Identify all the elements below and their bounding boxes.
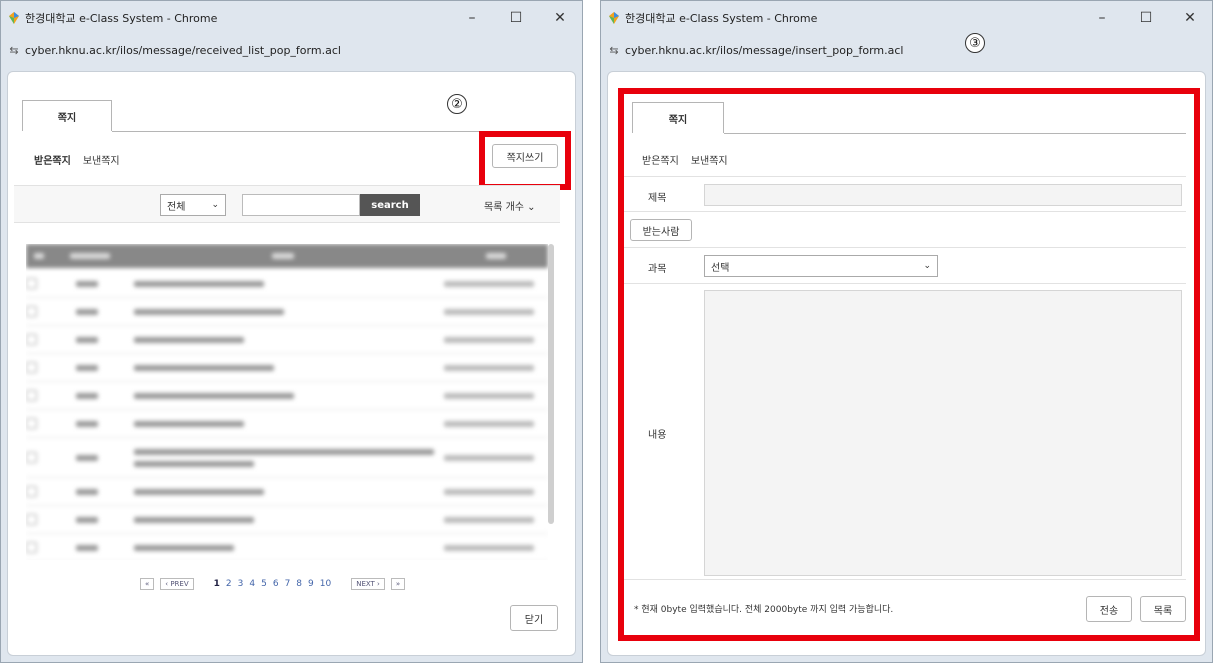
address-bar[interactable]: ⇆ cyber.hknu.ac.kr/ilos/message/insert_p… <box>601 35 1212 65</box>
search-bar: 전체 ⌄ search 목록 개수 ⌄ <box>14 185 560 223</box>
annotation-step-2: ② <box>447 94 467 114</box>
url-text: cyber.hknu.ac.kr/ilos/message/received_l… <box>25 43 341 57</box>
maximize-button[interactable]: ☐ <box>1124 1 1168 35</box>
address-bar[interactable]: ⇆ cyber.hknu.ac.kr/ilos/message/received… <box>1 35 582 65</box>
minimize-button[interactable]: – <box>1080 1 1124 35</box>
byte-count-note: * 현재 0byte 입력했습니다. 전체 2000byte 까지 입력 가능합… <box>634 605 894 615</box>
window-controls: – ☐ ✕ <box>450 1 582 35</box>
favicon-icon <box>7 11 21 25</box>
list-button[interactable]: 목록 <box>1140 596 1186 622</box>
prev-page-button[interactable]: ‹ PREV <box>160 578 194 590</box>
favicon-icon <box>607 11 621 25</box>
subject-input[interactable] <box>704 184 1182 206</box>
message-table <box>26 244 548 560</box>
page-7[interactable]: 7 <box>285 579 291 589</box>
message-subnav: 받은쪽지 보낸쪽지 <box>642 152 728 167</box>
page-6[interactable]: 6 <box>273 579 279 589</box>
close-window-button[interactable]: ✕ <box>538 1 582 35</box>
table-row[interactable] <box>26 354 548 382</box>
window-gap <box>583 0 600 663</box>
popup-content: 쪽지 받은쪽지 보낸쪽지 ② 쪽지쓰기 전체 ⌄ search 목록 개수 ⌄ <box>7 71 576 656</box>
tab-message[interactable]: 쪽지 <box>632 102 724 133</box>
url-text: cyber.hknu.ac.kr/ilos/message/insert_pop… <box>625 43 904 57</box>
subject-row: 제목 <box>624 176 1186 212</box>
course-row: 과목 선택 ⌄ <box>624 248 1186 284</box>
recipient-button[interactable]: 받는사람 <box>630 219 692 241</box>
table-row[interactable] <box>26 326 548 354</box>
table-row[interactable] <box>26 410 548 438</box>
content-row: 내용 <box>624 284 1186 580</box>
tab-underline <box>724 133 1186 134</box>
list-count-label: 목록 개수 <box>484 202 524 213</box>
close-button[interactable]: 닫기 <box>510 605 558 631</box>
table-header <box>26 244 548 268</box>
subject-label: 제목 <box>648 193 667 204</box>
write-message-button[interactable]: 쪽지쓰기 <box>492 144 558 168</box>
course-select-value: 선택 <box>711 262 730 274</box>
last-page-button[interactable]: » <box>390 578 406 590</box>
site-settings-icon[interactable]: ⇆ <box>603 44 625 57</box>
table-row[interactable] <box>26 270 548 298</box>
annotation-step-3: ③ <box>965 33 985 53</box>
table-row[interactable] <box>26 506 548 534</box>
chevron-down-icon: ⌄ <box>923 261 931 271</box>
minimize-button[interactable]: – <box>450 1 494 35</box>
next-page-button[interactable]: NEXT › <box>351 578 385 590</box>
page-5[interactable]: 5 <box>261 579 267 589</box>
page-4[interactable]: 4 <box>249 579 255 589</box>
popup-content: 쪽지 받은쪽지 보낸쪽지 제목 받는사람 과목 선택 ⌄ 내용 * 현재 0by… <box>607 71 1206 656</box>
filter-select-value: 전체 <box>167 201 186 213</box>
chevron-down-icon: ⌄ <box>211 200 219 210</box>
chevron-down-icon: ⌄ <box>527 202 536 213</box>
content-textarea[interactable] <box>704 290 1182 576</box>
page-8[interactable]: 8 <box>296 579 302 589</box>
received-messages-link[interactable]: 받은쪽지 <box>642 152 679 167</box>
list-count-dropdown[interactable]: 목록 개수 ⌄ <box>484 198 536 213</box>
sent-messages-link[interactable]: 보낸쪽지 <box>83 152 120 167</box>
send-button[interactable]: 전송 <box>1086 596 1132 622</box>
recipient-row: 받는사람 <box>624 212 1186 248</box>
maximize-button[interactable]: ☐ <box>494 1 538 35</box>
table-row[interactable] <box>26 438 548 478</box>
content-label: 내용 <box>648 430 667 441</box>
course-select[interactable]: 선택 ⌄ <box>704 255 938 277</box>
page-1[interactable]: 1 <box>214 579 220 589</box>
first-page-button[interactable]: « <box>140 578 155 590</box>
window-controls: – ☐ ✕ <box>1080 1 1212 35</box>
filter-select[interactable]: 전체 ⌄ <box>160 194 226 216</box>
tab-message-label: 쪽지 <box>57 112 77 124</box>
table-row[interactable] <box>26 382 548 410</box>
window-title: 한경대학교 e-Class System - Chrome <box>625 12 818 25</box>
table-scrollbar[interactable] <box>548 244 554 524</box>
search-input[interactable] <box>242 194 360 216</box>
page-10[interactable]: 10 <box>320 579 331 589</box>
left-browser-window: 한경대학교 e-Class System - Chrome – ☐ ✕ ⇆ cy… <box>0 0 583 663</box>
table-row[interactable] <box>26 298 548 326</box>
page-9[interactable]: 9 <box>308 579 314 589</box>
table-row[interactable] <box>26 534 548 560</box>
course-label: 과목 <box>648 264 667 275</box>
close-window-button[interactable]: ✕ <box>1168 1 1212 35</box>
search-button[interactable]: search <box>360 194 420 216</box>
message-subnav: 받은쪽지 보낸쪽지 <box>34 152 120 167</box>
page-2[interactable]: 2 <box>226 579 232 589</box>
right-browser-window: 한경대학교 e-Class System - Chrome – ☐ ✕ ⇆ cy… <box>600 0 1213 663</box>
window-title: 한경대학교 e-Class System - Chrome <box>25 12 218 25</box>
received-messages-link[interactable]: 받은쪽지 <box>34 152 71 167</box>
pagination: « ‹ PREV 1 2 3 4 5 6 7 8 9 10 NEXT › » <box>140 578 406 590</box>
site-settings-icon[interactable]: ⇆ <box>3 44 25 57</box>
table-row[interactable] <box>26 478 548 506</box>
sent-messages-link[interactable]: 보낸쪽지 <box>691 152 728 167</box>
tab-message-label: 쪽지 <box>668 114 688 126</box>
page-3[interactable]: 3 <box>238 579 244 589</box>
tab-message[interactable]: 쪽지 <box>22 100 112 131</box>
